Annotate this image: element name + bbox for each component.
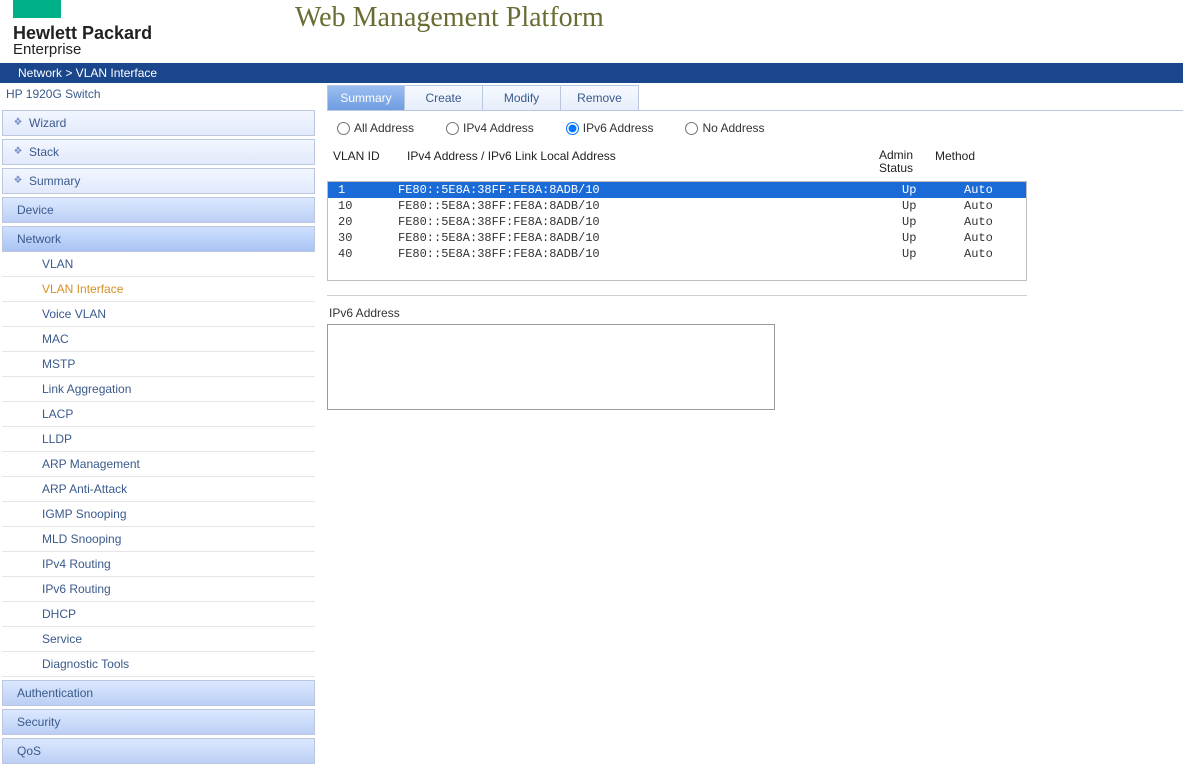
diamond-icon: ❖: [13, 118, 23, 128]
filter-radio[interactable]: [566, 122, 579, 135]
sidebar-sub-item[interactable]: MLD Snooping: [2, 527, 315, 552]
breadcrumb: Network > VLAN Interface: [0, 63, 1183, 83]
cell-method: Auto: [964, 199, 1024, 213]
cell-address: FE80::5E8A:38FF:FE8A:8ADB/10: [398, 199, 902, 213]
table-header: VLAN ID IPv4 Address / IPv6 Link Local A…: [327, 149, 1027, 181]
cell-method: Auto: [964, 183, 1024, 197]
table-row[interactable]: 1FE80::5E8A:38FF:FE8A:8ADB/10UpAuto: [328, 182, 1026, 198]
col-header-address: IPv4 Address / IPv6 Link Local Address: [407, 149, 879, 175]
sidebar-sub-item[interactable]: DHCP: [2, 602, 315, 627]
filter-label: No Address: [702, 121, 764, 135]
sidebar-sub-item[interactable]: IPv6 Routing: [2, 577, 315, 602]
filter-option[interactable]: IPv6 Address: [566, 121, 654, 135]
col-header-scroll-spacer: [1009, 149, 1025, 175]
cell-status: Up: [902, 231, 964, 245]
logo-line2: Enterprise: [13, 42, 152, 57]
filter-label: All Address: [354, 121, 414, 135]
sidebar-category[interactable]: Device: [2, 197, 315, 223]
sidebar-sub-item[interactable]: LACP: [2, 402, 315, 427]
sidebar-sub-item[interactable]: ARP Management: [2, 452, 315, 477]
filter-radio[interactable]: [446, 122, 459, 135]
page-header: Hewlett Packard Enterprise Web Managemen…: [0, 0, 1183, 63]
col-header-method: Method: [935, 149, 1009, 175]
diamond-icon: ❖: [13, 147, 23, 157]
page-title: Web Management Platform: [295, 2, 604, 34]
sidebar-category[interactable]: Network: [2, 226, 315, 252]
sidebar-sub-item[interactable]: VLAN: [2, 252, 315, 277]
diamond-icon: ❖: [13, 176, 23, 186]
sidebar-sub-item[interactable]: ARP Anti-Attack: [2, 477, 315, 502]
cell-vlan: 40: [330, 247, 398, 261]
sidebar-sub-item[interactable]: LLDP: [2, 427, 315, 452]
ipv6-address-box[interactable]: [327, 324, 775, 410]
sidebar-top-item[interactable]: ❖ Summary: [3, 169, 314, 193]
sidebar-top-label: Stack: [29, 145, 59, 159]
sidebar-sub-item[interactable]: VLAN Interface: [2, 277, 315, 302]
sidebar-top-item[interactable]: ❖ Stack: [3, 140, 314, 164]
table-row[interactable]: 10FE80::5E8A:38FF:FE8A:8ADB/10UpAuto: [328, 198, 1026, 214]
cell-vlan: 20: [330, 215, 398, 229]
logo-line1: Hewlett Packard: [13, 24, 152, 42]
section-divider: [327, 295, 1027, 296]
col-header-status: Admin Status: [879, 149, 935, 175]
cell-address: FE80::5E8A:38FF:FE8A:8ADB/10: [398, 247, 902, 261]
table-row[interactable]: 20FE80::5E8A:38FF:FE8A:8ADB/10UpAuto: [328, 214, 1026, 230]
filter-label: IPv6 Address: [583, 121, 654, 135]
vlan-interface-table: VLAN ID IPv4 Address / IPv6 Link Local A…: [327, 149, 1027, 281]
table-body[interactable]: 1FE80::5E8A:38FF:FE8A:8ADB/10UpAuto10FE8…: [327, 181, 1027, 281]
address-filter-row: All Address IPv4 Address IPv6 Address No Ad…: [327, 121, 1183, 149]
cell-method: Auto: [964, 247, 1024, 261]
table-row[interactable]: 30FE80::5E8A:38FF:FE8A:8ADB/10UpAuto: [328, 230, 1026, 246]
cell-status: Up: [902, 215, 964, 229]
sidebar-category[interactable]: QoS: [2, 738, 315, 764]
cell-vlan: 30: [330, 231, 398, 245]
logo: Hewlett Packard Enterprise: [13, 0, 152, 57]
col-header-vlan: VLAN ID: [329, 149, 407, 175]
sidebar: HP 1920G Switch ❖ Wizard ❖ Stack ❖ Summa…: [0, 83, 317, 764]
breadcrumb-text: Network > VLAN Interface: [18, 66, 157, 80]
cell-vlan: 1: [330, 183, 398, 197]
sidebar-sub-item[interactable]: Service: [2, 627, 315, 652]
tab[interactable]: Modify: [483, 85, 561, 110]
filter-option[interactable]: No Address: [685, 121, 764, 135]
sidebar-sub-item[interactable]: MAC: [2, 327, 315, 352]
tab[interactable]: Remove: [561, 85, 639, 110]
sidebar-sub-item[interactable]: MSTP: [2, 352, 315, 377]
cell-address: FE80::5E8A:38FF:FE8A:8ADB/10: [398, 231, 902, 245]
sidebar-top-item[interactable]: ❖ Wizard: [3, 111, 314, 135]
tab[interactable]: Create: [405, 85, 483, 110]
cell-address: FE80::5E8A:38FF:FE8A:8ADB/10: [398, 215, 902, 229]
sidebar-top-label: Summary: [29, 174, 80, 188]
sidebar-category[interactable]: Security: [2, 709, 315, 735]
filter-label: IPv4 Address: [463, 121, 534, 135]
sidebar-sub-item[interactable]: Link Aggregation: [2, 377, 315, 402]
cell-method: Auto: [964, 231, 1024, 245]
cell-status: Up: [902, 247, 964, 261]
logo-mark: [13, 0, 61, 18]
filter-option[interactable]: IPv4 Address: [446, 121, 534, 135]
sidebar-sub-item[interactable]: Diagnostic Tools: [2, 652, 315, 677]
sidebar-sub-item[interactable]: Voice VLAN: [2, 302, 315, 327]
cell-address: FE80::5E8A:38FF:FE8A:8ADB/10: [398, 183, 902, 197]
sidebar-category[interactable]: Authentication: [2, 680, 315, 706]
device-label: HP 1920G Switch: [0, 83, 317, 107]
col-header-status-line2: Status: [879, 161, 913, 175]
content-area: SummaryCreateModifyRemove All Address IPv…: [317, 83, 1183, 764]
col-header-status-line1: Admin: [879, 148, 913, 162]
cell-vlan: 10: [330, 199, 398, 213]
filter-radio[interactable]: [685, 122, 698, 135]
tabs: SummaryCreateModifyRemove: [327, 85, 1183, 111]
tab[interactable]: Summary: [327, 85, 405, 110]
cell-method: Auto: [964, 215, 1024, 229]
table-row[interactable]: 40FE80::5E8A:38FF:FE8A:8ADB/10UpAuto: [328, 246, 1026, 262]
cell-status: Up: [902, 183, 964, 197]
filter-radio[interactable]: [337, 122, 350, 135]
cell-status: Up: [902, 199, 964, 213]
filter-option[interactable]: All Address: [337, 121, 414, 135]
sidebar-top-label: Wizard: [29, 116, 66, 130]
sidebar-sub-item[interactable]: IGMP Snooping: [2, 502, 315, 527]
ipv6-address-label: IPv6 Address: [327, 306, 1183, 324]
sidebar-sub-item[interactable]: IPv4 Routing: [2, 552, 315, 577]
